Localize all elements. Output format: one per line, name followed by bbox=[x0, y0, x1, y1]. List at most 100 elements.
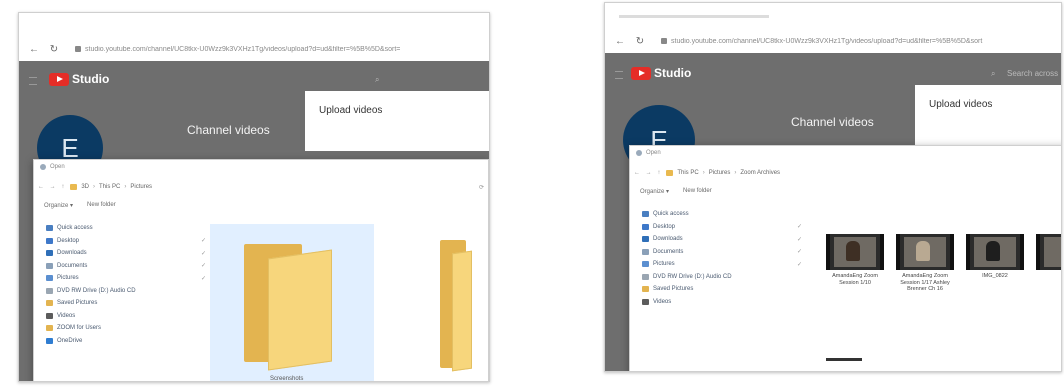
nav-item-label: Videos bbox=[57, 312, 76, 319]
nav-item-icon bbox=[642, 223, 649, 230]
search-icon[interactable]: ⌕ bbox=[991, 69, 995, 79]
studio-page: Studio ⌕ Search across E Channel videos … bbox=[605, 53, 1061, 371]
dialog-title-text: Open bbox=[646, 150, 661, 156]
path-sep: › bbox=[734, 170, 737, 176]
folder-front-partial bbox=[452, 250, 472, 372]
explorer-pathbar: ← → ↑ This PC › Pictures › Zoom Archives bbox=[634, 166, 1061, 180]
browser-tabstrip bbox=[605, 3, 1061, 27]
nav-pane-item[interactable]: Videos bbox=[642, 296, 802, 309]
nav-item-icon bbox=[46, 337, 53, 344]
nav-pane-item[interactable]: DVD RW Drive (D:) Audio CD bbox=[46, 285, 206, 298]
dialog-title: Open bbox=[636, 150, 661, 156]
search-icon[interactable]: ⌕ bbox=[375, 75, 379, 85]
nav-pane-item[interactable]: ZOOM for Users bbox=[46, 322, 206, 335]
nav-item-icon bbox=[46, 237, 53, 244]
nav-item-icon bbox=[642, 211, 649, 218]
nav-item-label: DVD RW Drive (D:) Audio CD bbox=[653, 273, 732, 280]
menu-icon[interactable] bbox=[615, 71, 623, 79]
new-folder-button[interactable]: New folder bbox=[87, 202, 116, 209]
explorer-nav-arrows[interactable]: ← → ↑ bbox=[634, 170, 662, 176]
file-thumbnail[interactable]: AmandaEng Zoom Session 1/10 bbox=[826, 234, 884, 286]
pin-icon: ✓ bbox=[796, 261, 802, 268]
file-caption: E bbox=[1036, 273, 1061, 280]
nav-item-label: Quick access bbox=[57, 225, 93, 232]
nav-item-label: ZOOM for Users bbox=[57, 325, 102, 332]
studio-brand: Studio bbox=[654, 66, 692, 80]
nav-pane-item[interactable]: Videos bbox=[46, 310, 206, 323]
progress-bar bbox=[826, 358, 862, 361]
nav-item-icon bbox=[642, 286, 649, 293]
nav-pane-item[interactable]: Saved Pictures bbox=[642, 283, 802, 296]
nav-item-icon bbox=[46, 287, 53, 294]
path-crumb-1[interactable]: 3D bbox=[81, 184, 89, 190]
nav-pane-item[interactable]: Quick access bbox=[642, 208, 802, 221]
nav-pane-item[interactable]: Saved Pictures bbox=[46, 297, 206, 310]
nav-buttons[interactable]: ← ↻ bbox=[29, 44, 62, 55]
pin-icon: ✓ bbox=[200, 250, 206, 257]
path-crumb-2[interactable]: Pictures bbox=[709, 170, 731, 176]
organize-button[interactable]: Organize ▾ bbox=[640, 188, 669, 195]
path-crumb-1[interactable]: This PC bbox=[677, 170, 698, 176]
nav-buttons[interactable]: ← ↻ bbox=[615, 36, 648, 47]
nav-item-icon bbox=[46, 325, 53, 332]
right-screenshot: ← ↻ studio.youtube.com/channel/UC8tkx-U0… bbox=[604, 2, 1062, 372]
nav-pane-item[interactable]: Pictures ✓ bbox=[642, 258, 802, 271]
url-text: studio.youtube.com/channel/UC8tkx-U0Wzz9… bbox=[671, 38, 983, 45]
file-thumbnail[interactable]: AmandaEng Zoom Session 1/17 Ashley Brenn… bbox=[896, 234, 954, 293]
nav-pane-item[interactable]: Quick access bbox=[46, 222, 206, 235]
browser-tabstrip bbox=[19, 13, 489, 37]
menu-icon[interactable] bbox=[29, 77, 37, 85]
nav-item-icon bbox=[46, 312, 53, 319]
nav-item-label: Quick access bbox=[653, 211, 689, 218]
nav-item-icon bbox=[642, 273, 649, 280]
explorer-pathbar: ← → ↑ 3D › This PC › Pictures ⟳ bbox=[38, 180, 484, 194]
explorer-toolbar: Organize ▾ New folder bbox=[44, 202, 116, 209]
tab-strip-line bbox=[619, 15, 769, 18]
nav-pane-item[interactable]: Desktop ✓ bbox=[642, 221, 802, 234]
studio-logo[interactable]: Studio bbox=[631, 66, 691, 80]
nav-item-icon bbox=[46, 300, 53, 307]
pin-icon: ✓ bbox=[200, 238, 206, 245]
search-hint: Search across bbox=[1007, 69, 1059, 78]
youtube-icon bbox=[49, 72, 69, 86]
upload-dialog-header: Upload videos bbox=[305, 91, 489, 151]
dialog-icon bbox=[40, 164, 46, 170]
refresh-icon[interactable]: ⟳ bbox=[479, 184, 484, 191]
nav-item-label: Saved Pictures bbox=[653, 286, 694, 293]
person-figure bbox=[916, 241, 930, 261]
upload-title: Upload videos bbox=[929, 99, 993, 110]
nav-item-label: Pictures bbox=[653, 261, 675, 268]
url-field[interactable]: studio.youtube.com/channel/UC8tkx-U0Wzz9… bbox=[75, 46, 481, 53]
url-text: studio.youtube.com/channel/UC8tkx-U0Wzz9… bbox=[85, 46, 401, 53]
nav-pane-item[interactable]: DVD RW Drive (D:) Audio CD bbox=[642, 271, 802, 284]
folder-icon bbox=[70, 184, 78, 190]
file-thumbnail[interactable]: IMG_0822 bbox=[966, 234, 1024, 280]
upload-title: Upload videos bbox=[319, 105, 383, 116]
nav-pane-item[interactable]: Pictures ✓ bbox=[46, 272, 206, 285]
new-folder-button[interactable]: New folder bbox=[683, 188, 712, 195]
browser-addressbar: ← ↻ studio.youtube.com/channel/UC8tkx-U0… bbox=[19, 39, 489, 61]
nav-pane-item[interactable]: Documents ✓ bbox=[46, 260, 206, 273]
url-field[interactable]: studio.youtube.com/channel/UC8tkx-U0Wzz9… bbox=[661, 38, 1053, 45]
nav-pane-item[interactable]: Downloads ✓ bbox=[642, 233, 802, 246]
path-crumb-2[interactable]: This PC bbox=[99, 184, 120, 190]
nav-pane-item[interactable]: Downloads ✓ bbox=[46, 247, 206, 260]
nav-item-label: Videos bbox=[653, 298, 672, 305]
nav-item-icon bbox=[46, 225, 53, 232]
file-thumbnail[interactable]: E bbox=[1036, 234, 1061, 280]
nav-pane-item[interactable]: Desktop ✓ bbox=[46, 235, 206, 248]
explorer-nav-pane: Quick access Desktop ✓ Downloads ✓ Documents ✓… bbox=[642, 208, 802, 308]
nav-pane-item[interactable]: OneDrive bbox=[46, 335, 206, 348]
explorer-nav-arrows[interactable]: ← → ↑ bbox=[38, 184, 66, 190]
nav-item-label: DVD RW Drive (D:) Audio CD bbox=[57, 287, 136, 294]
nav-pane-item[interactable]: Documents ✓ bbox=[642, 246, 802, 259]
video-thumbnail-image bbox=[826, 234, 884, 270]
selected-folder-tile[interactable]: Screenshots bbox=[210, 224, 374, 381]
video-thumbnail-image bbox=[966, 234, 1024, 270]
channel-videos-heading: Channel videos bbox=[187, 123, 270, 137]
person-figure bbox=[846, 241, 860, 261]
studio-logo[interactable]: Studio bbox=[49, 72, 109, 86]
path-crumb-3[interactable]: Pictures bbox=[130, 184, 152, 190]
organize-button[interactable]: Organize ▾ bbox=[44, 202, 73, 209]
path-crumb-3[interactable]: Zoom Archives bbox=[740, 170, 780, 176]
